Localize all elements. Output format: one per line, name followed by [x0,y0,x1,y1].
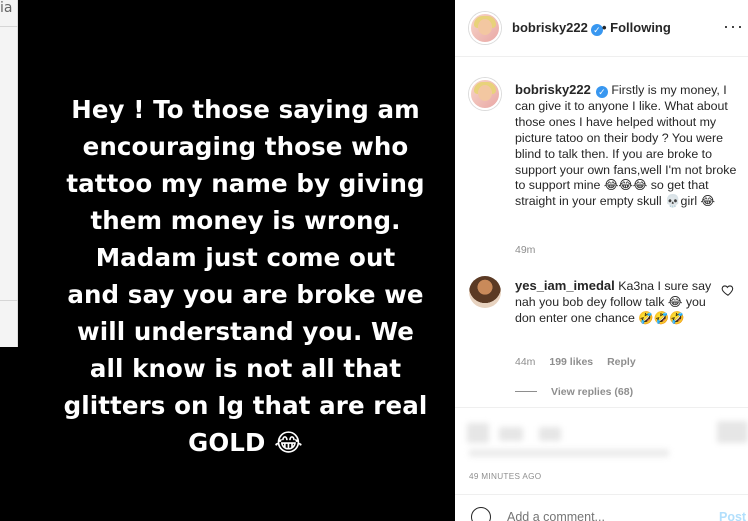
background-page: ia [0,0,18,347]
background-divider [0,26,18,27]
reply-button[interactable]: Reply [607,356,636,368]
post-caption: bobrisky222 ✓ Firstly is my money, I can … [515,82,740,210]
story-line: will understand you. We [77,317,414,346]
section-divider [455,407,748,408]
like-comment-heart-icon[interactable] [721,283,735,297]
comment-likes[interactable]: 199 likes [549,356,593,368]
view-replies-button[interactable]: View replies (68) [515,386,633,398]
view-replies-label[interactable]: View replies (68) [551,386,633,398]
likes-summary-blurred [469,449,669,457]
post-button[interactable]: Post [719,510,746,521]
post-header: bobrisky222 ✓ • Following ··· [455,0,748,57]
story-text: Hey ! To those saying am encouraging tho… [18,91,473,461]
author-username[interactable]: bobrisky222 ✓ [512,20,603,36]
comment: yes_iam_imedal Ka3na I sure say nah you … [515,278,715,327]
story-line: glitters on Ig that are real [63,391,428,420]
story-line: GOLD 😂 [188,428,303,457]
post-side-panel: bobrisky222 ✓ • Following ··· bobrisky222… [455,0,748,521]
more-options-icon[interactable]: ··· [723,16,744,37]
story-line: tattoo my name by giving [66,169,425,198]
comment-timestamp[interactable]: 44m [515,356,535,368]
verified-badge-icon: ✓ [595,86,608,98]
comment-meta: 44m 199 likes Reply [515,356,647,368]
author-username-text[interactable]: bobrisky222 [512,20,588,35]
story-line: Hey ! To those saying am [71,95,420,124]
emoji-icon[interactable] [471,507,491,521]
post-timestamp[interactable]: 49 MINUTES AGO [469,472,541,481]
commenter-username[interactable]: yes_iam_imedal [515,278,615,293]
comment-icon-blurred[interactable] [499,427,523,441]
caption-text: Firstly is my money, I can give it to an… [515,83,737,209]
author-avatar[interactable] [469,12,501,44]
background-text-fragment: ia [0,0,13,16]
story-line: encouraging those who [82,132,409,161]
story-media[interactable]: Hey ! To those saying am encouraging tho… [18,0,455,521]
story-line: Madam just come out [95,243,396,272]
story-line: all know is not all that [89,354,402,383]
caption-avatar[interactable] [469,78,501,110]
modal-backdrop[interactable] [0,347,18,521]
caption-username[interactable]: bobrisky222 [515,82,591,97]
following-button[interactable]: • Following [602,20,671,35]
replies-dash [515,391,537,392]
caption-timestamp[interactable]: 49m [515,244,535,256]
add-comment-input[interactable] [507,510,707,521]
save-icon-blurred[interactable] [717,421,748,443]
like-icon-blurred[interactable] [467,423,489,443]
story-line: them money is wrong. [90,206,401,235]
add-comment-bar: Post [455,494,748,521]
share-icon-blurred[interactable] [539,427,561,441]
background-divider [0,300,18,301]
story-line: and say you are broke we [67,280,424,309]
commenter-avatar[interactable] [469,276,501,308]
